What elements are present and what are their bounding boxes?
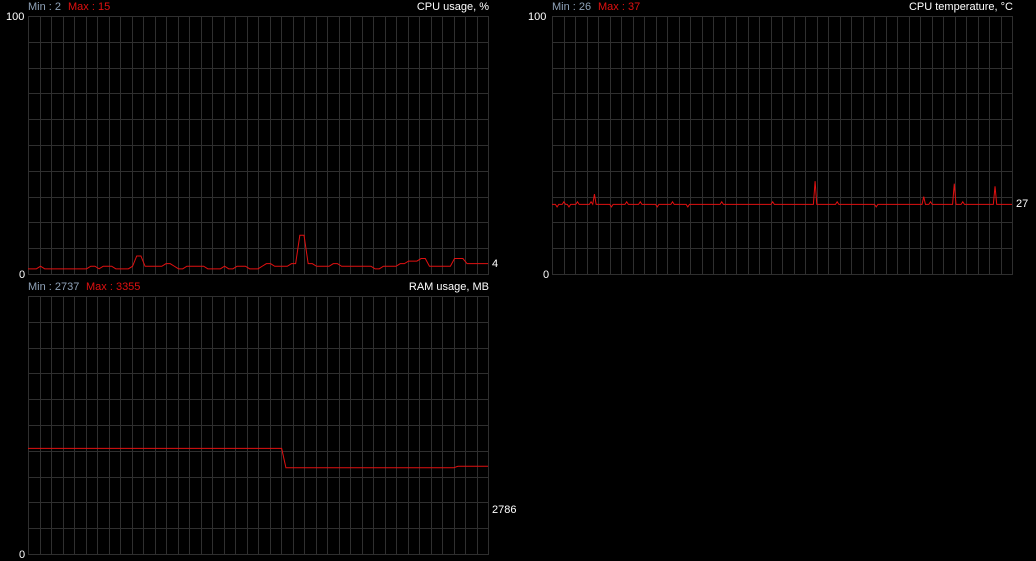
y-min-label: 0 xyxy=(19,549,26,561)
min-value: Min : 2 xyxy=(28,1,62,13)
cpu-temperature-graph: Min : 26 Max : 37 CPU temperature, °C 10… xyxy=(528,0,1036,281)
current-value: 4 xyxy=(492,258,499,270)
max-value: Max : 37 xyxy=(598,1,641,13)
max-value: Max : 3355 xyxy=(86,281,141,293)
current-value: 2786 xyxy=(492,504,517,516)
graph-title: CPU usage, % xyxy=(416,1,489,13)
min-value: Min : 2737 xyxy=(28,281,80,293)
y-max-label: 100 xyxy=(6,11,25,23)
graph-title: RAM usage, MB xyxy=(408,281,489,293)
min-value: Min : 26 xyxy=(552,1,592,13)
graph-title: CPU temperature, °C xyxy=(908,1,1013,13)
cpu-temperature-plot xyxy=(552,16,1013,275)
cpu-usage-plot xyxy=(28,16,489,275)
ram-usage-graph: Min : 2737 Max : 3355 RAM usage, MB 0 27… xyxy=(0,280,520,561)
graph-header: Min : 2737 Max : 3355 RAM usage, MB xyxy=(28,280,489,294)
y-min-label: 0 xyxy=(543,269,550,281)
cpu-usage-graph: Min : 2 Max : 15 CPU usage, % 100 0 4 xyxy=(0,0,500,281)
ram-usage-plot xyxy=(28,296,489,555)
current-value: 27 xyxy=(1016,198,1029,210)
graph-header: Min : 26 Max : 37 CPU temperature, °C xyxy=(552,0,1013,14)
graph-header: Min : 2 Max : 15 CPU usage, % xyxy=(28,0,489,14)
y-max-label: 100 xyxy=(528,11,547,23)
max-value: Max : 15 xyxy=(68,1,111,13)
